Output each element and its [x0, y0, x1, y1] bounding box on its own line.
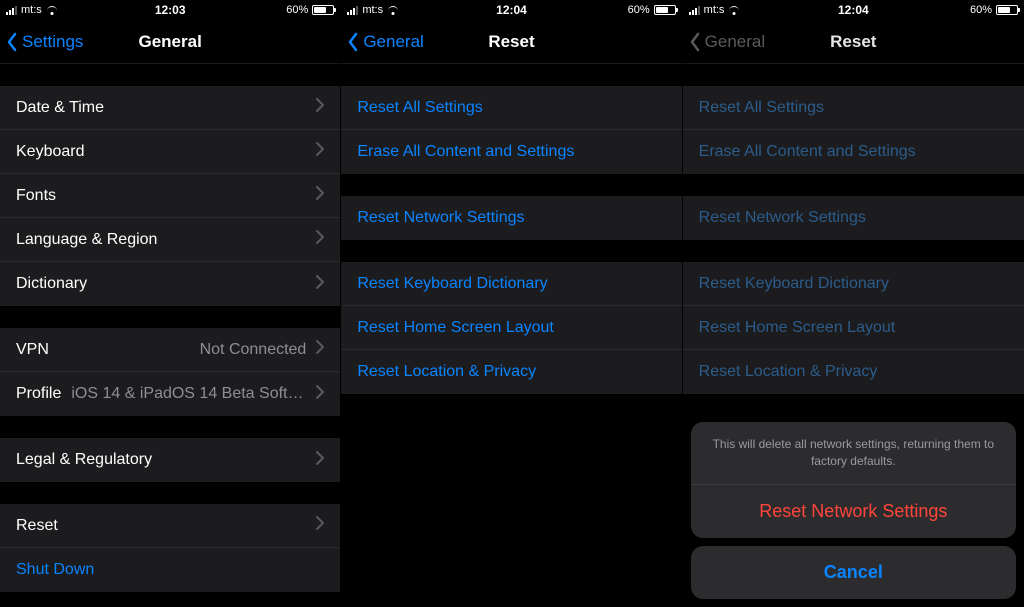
wifi-icon: [728, 6, 740, 15]
page-title: Reset: [830, 32, 876, 52]
back-label: General: [705, 32, 765, 52]
row-label: Reset Location & Privacy: [357, 363, 536, 381]
clock: 12:04: [838, 3, 869, 17]
chevron-right-icon: [316, 451, 324, 470]
row-label: Dictionary: [16, 275, 87, 293]
row-label: Reset All Settings: [699, 99, 824, 117]
cellular-signal-icon: [689, 5, 700, 15]
action-sheet-message: This will delete all network settings, r…: [691, 422, 1016, 485]
chevron-left-icon: [689, 32, 701, 52]
row-label: Reset Network Settings: [357, 209, 524, 227]
row-reset[interactable]: Reset: [0, 504, 340, 548]
row-label: Legal & Regulatory: [16, 451, 152, 469]
battery-pct: 60%: [970, 4, 992, 16]
row-dictionary[interactable]: Dictionary: [0, 262, 340, 306]
battery-pct: 60%: [286, 4, 308, 16]
row-erase-all-content[interactable]: Erase All Content and Settings: [341, 130, 681, 174]
status-bar: mt:s 12:03 60%: [0, 0, 340, 20]
row-shut-down[interactable]: Shut Down: [0, 548, 340, 592]
chevron-left-icon: [6, 32, 18, 52]
back-label: Settings: [22, 32, 83, 52]
row-label: Erase All Content and Settings: [699, 143, 916, 161]
carrier-label: mt:s: [704, 4, 725, 16]
clock: 12:03: [155, 3, 186, 17]
row-label: Reset: [16, 517, 58, 535]
row-fonts[interactable]: Fonts: [0, 174, 340, 218]
chevron-right-icon: [316, 516, 324, 535]
row-profile[interactable]: Profile iOS 14 & iPadOS 14 Beta Softwar.…: [0, 372, 340, 416]
row-label: Reset Keyboard Dictionary: [699, 275, 889, 293]
wifi-icon: [46, 6, 58, 15]
chevron-right-icon: [316, 230, 324, 249]
row-keyboard[interactable]: Keyboard: [0, 130, 340, 174]
chevron-left-icon: [347, 32, 359, 52]
clock: 12:04: [496, 3, 527, 17]
row-label: Profile: [16, 385, 61, 403]
back-button[interactable]: General: [347, 20, 423, 64]
status-bar: mt:s 12:04 60%: [683, 0, 1024, 20]
cellular-signal-icon: [6, 5, 17, 15]
row-label: Language & Region: [16, 231, 157, 249]
row-reset-network-settings: Reset Network Settings: [683, 196, 1024, 240]
chevron-right-icon: [316, 275, 324, 294]
row-reset-keyboard-dictionary: Reset Keyboard Dictionary: [683, 262, 1024, 306]
row-label: Reset Home Screen Layout: [357, 319, 554, 337]
row-legal-regulatory[interactable]: Legal & Regulatory: [0, 438, 340, 482]
row-language-region[interactable]: Language & Region: [0, 218, 340, 262]
row-reset-home-screen-layout: Reset Home Screen Layout: [683, 306, 1024, 350]
page-title: General: [139, 32, 202, 52]
row-reset-home-screen-layout[interactable]: Reset Home Screen Layout: [341, 306, 681, 350]
row-label: Reset All Settings: [357, 99, 482, 117]
row-vpn[interactable]: VPN Not Connected: [0, 328, 340, 372]
nav-bar: General Reset: [683, 20, 1024, 64]
screen-general: mt:s 12:03 60% Settings General Date & T…: [0, 0, 341, 607]
row-reset-all-settings: Reset All Settings: [683, 86, 1024, 130]
action-sheet-cancel-button[interactable]: Cancel: [691, 546, 1016, 599]
row-label: Keyboard: [16, 143, 85, 161]
battery-icon: [312, 5, 334, 15]
battery-icon: [654, 5, 676, 15]
action-sheet-destructive-button[interactable]: Reset Network Settings: [691, 485, 1016, 538]
chevron-right-icon: [316, 385, 324, 404]
cellular-signal-icon: [347, 5, 358, 15]
battery-icon: [996, 5, 1018, 15]
row-label: Reset Keyboard Dictionary: [357, 275, 547, 293]
carrier-label: mt:s: [21, 4, 42, 16]
status-bar: mt:s 12:04 60%: [341, 0, 681, 20]
back-label: General: [363, 32, 423, 52]
row-label: Date & Time: [16, 99, 104, 117]
nav-bar: Settings General: [0, 20, 340, 64]
row-value: Not Connected: [59, 341, 306, 359]
wifi-icon: [387, 6, 399, 15]
row-erase-all-content: Erase All Content and Settings: [683, 130, 1024, 174]
chevron-right-icon: [316, 186, 324, 205]
row-label: VPN: [16, 341, 49, 359]
row-date-time[interactable]: Date & Time: [0, 86, 340, 130]
chevron-right-icon: [316, 340, 324, 359]
row-label: Shut Down: [16, 561, 94, 579]
chevron-right-icon: [316, 142, 324, 161]
row-reset-keyboard-dictionary[interactable]: Reset Keyboard Dictionary: [341, 262, 681, 306]
back-button[interactable]: Settings: [6, 20, 83, 64]
back-button: General: [689, 20, 765, 64]
page-title: Reset: [488, 32, 534, 52]
row-label: Reset Home Screen Layout: [699, 319, 896, 337]
battery-pct: 60%: [628, 4, 650, 16]
row-label: Reset Network Settings: [699, 209, 866, 227]
nav-bar: General Reset: [341, 20, 681, 64]
carrier-label: mt:s: [362, 4, 383, 16]
row-label: Reset Location & Privacy: [699, 363, 878, 381]
row-value: iOS 14 & iPadOS 14 Beta Softwar...: [71, 385, 306, 403]
action-sheet: This will delete all network settings, r…: [691, 422, 1016, 599]
row-reset-all-settings[interactable]: Reset All Settings: [341, 86, 681, 130]
row-label: Fonts: [16, 187, 56, 205]
row-reset-location-privacy[interactable]: Reset Location & Privacy: [341, 350, 681, 394]
row-reset-network-settings[interactable]: Reset Network Settings: [341, 196, 681, 240]
screen-reset-confirm: mt:s 12:04 60% General Reset Reset All S…: [683, 0, 1024, 607]
row-label: Erase All Content and Settings: [357, 143, 574, 161]
row-reset-location-privacy: Reset Location & Privacy: [683, 350, 1024, 394]
chevron-right-icon: [316, 98, 324, 117]
screen-reset: mt:s 12:04 60% General Reset Reset All S…: [341, 0, 682, 607]
